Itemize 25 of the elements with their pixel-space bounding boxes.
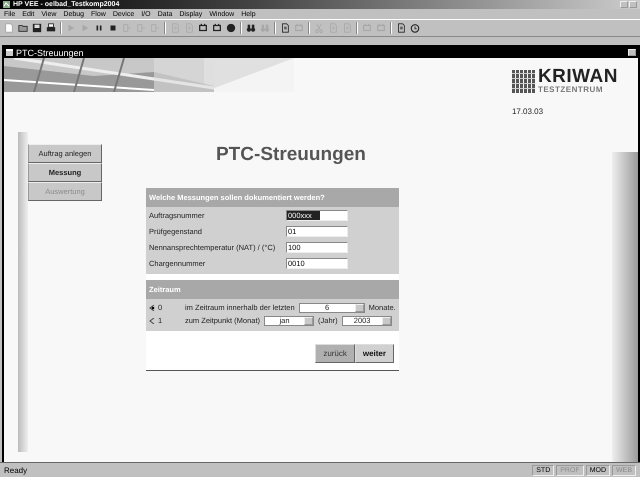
maximize-button[interactable] bbox=[629, 1, 637, 8]
app-icon bbox=[3, 1, 10, 8]
page-heading: PTC-Streuungen bbox=[216, 144, 367, 166]
timer-icon[interactable] bbox=[410, 23, 420, 33]
radio-button[interactable] bbox=[149, 318, 155, 324]
form-button[interactable]: weiter bbox=[354, 344, 394, 363]
logo-text: KRIWAN bbox=[538, 68, 618, 86]
document-icon[interactable] bbox=[396, 23, 406, 33]
panel-title: PTC-Streuungen bbox=[16, 48, 84, 58]
printer-icon[interactable] bbox=[46, 23, 56, 33]
pause-icon[interactable] bbox=[94, 23, 104, 33]
folder-icon[interactable] bbox=[18, 23, 28, 33]
status-text: Ready bbox=[4, 466, 28, 474]
window-icon bbox=[6, 49, 13, 56]
document-icon[interactable] bbox=[280, 23, 290, 33]
save-icon[interactable] bbox=[32, 23, 42, 33]
logo-subtitle: TESTZENTRUM bbox=[538, 86, 604, 94]
minimize-button[interactable] bbox=[620, 1, 628, 8]
logo-icon bbox=[512, 70, 535, 92]
radio-button[interactable] bbox=[149, 304, 155, 310]
form-button[interactable]: zurück bbox=[315, 344, 355, 363]
minimize-button[interactable] bbox=[628, 49, 636, 56]
stop-icon[interactable] bbox=[108, 23, 118, 33]
binoculars-icon[interactable] bbox=[246, 23, 256, 33]
date-label: 17.03.03 bbox=[512, 107, 544, 116]
